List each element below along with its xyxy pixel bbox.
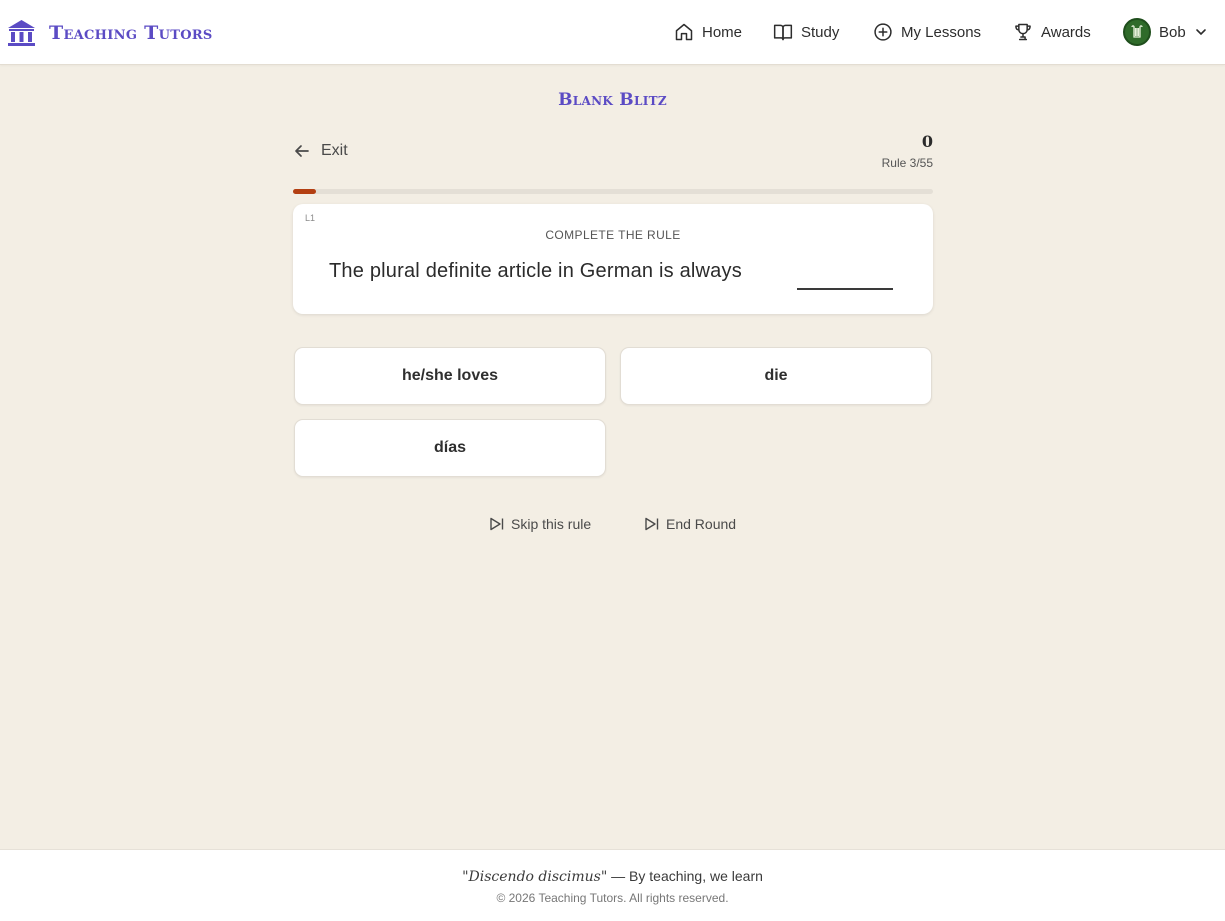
level-badge: L1 [305, 213, 316, 223]
nav-home[interactable]: Home [674, 20, 742, 44]
end-round-label: End Round [666, 516, 737, 532]
skip-forward-icon [490, 517, 504, 531]
brand-link[interactable]: Teaching Tutors [7, 18, 213, 47]
answer-option[interactable]: die [620, 347, 932, 405]
user-name: Bob [1159, 23, 1186, 41]
trophy-icon [1015, 23, 1031, 41]
motto-latin: "Discendo discimus" [462, 869, 608, 885]
exit-button[interactable]: Exit [293, 140, 348, 162]
footer: "Discendo discimus" — By teaching, we le… [0, 849, 1225, 921]
motto-translation: — By teaching, we learn [607, 868, 763, 884]
copyright-text: © 2026 Teaching Tutors. All rights reser… [496, 891, 729, 905]
brand-name: Teaching Tutors [49, 21, 213, 44]
answer-option[interactable]: he/she loves [294, 347, 606, 405]
progress-bar [293, 189, 933, 194]
prompt-label: COMPLETE THE RULE [545, 228, 681, 242]
nav-study-label: Study [801, 23, 840, 41]
book-icon [773, 24, 793, 41]
skip-forward-icon [645, 517, 659, 531]
game-title: Blank Blitz [558, 90, 667, 110]
nav-my-lessons-label: My Lessons [901, 23, 982, 41]
top-navbar: Teaching Tutors Home Study My Lessons Aw… [0, 0, 1225, 65]
skip-rule-button[interactable]: Skip this rule [489, 514, 591, 534]
end-round-button[interactable]: End Round [644, 514, 736, 534]
prompt-text: The plural definite article in German is… [329, 260, 742, 282]
question-card: L1 COMPLETE THE RULE The plural definite… [293, 204, 933, 314]
nav-awards[interactable]: Awards [1013, 20, 1091, 44]
rule-progress-text: Rule 3/55 [881, 156, 933, 170]
nav-study[interactable]: Study [773, 20, 839, 44]
nav-my-lessons[interactable]: My Lessons [873, 20, 981, 44]
skip-rule-label: Skip this rule [511, 516, 592, 532]
arrow-left-icon [295, 145, 309, 157]
building-columns-icon [8, 20, 35, 46]
answer-blank [797, 288, 893, 290]
answer-option[interactable]: días [294, 419, 606, 477]
exit-label: Exit [321, 142, 348, 159]
plus-circle-icon [874, 23, 892, 41]
nav-awards-label: Awards [1041, 23, 1091, 41]
nav-home-label: Home [702, 23, 743, 41]
avatar [1123, 18, 1151, 46]
avatar-lyre-icon [1131, 25, 1143, 38]
chevron-down-icon [1195, 29, 1206, 36]
home-icon [675, 23, 693, 41]
score-value: 0 [921, 132, 933, 151]
progress-bar-fill [293, 189, 317, 194]
user-menu[interactable]: Bob [1123, 18, 1208, 46]
footer-motto: "Discendo discimus" — By teaching, we le… [0, 868, 1225, 885]
